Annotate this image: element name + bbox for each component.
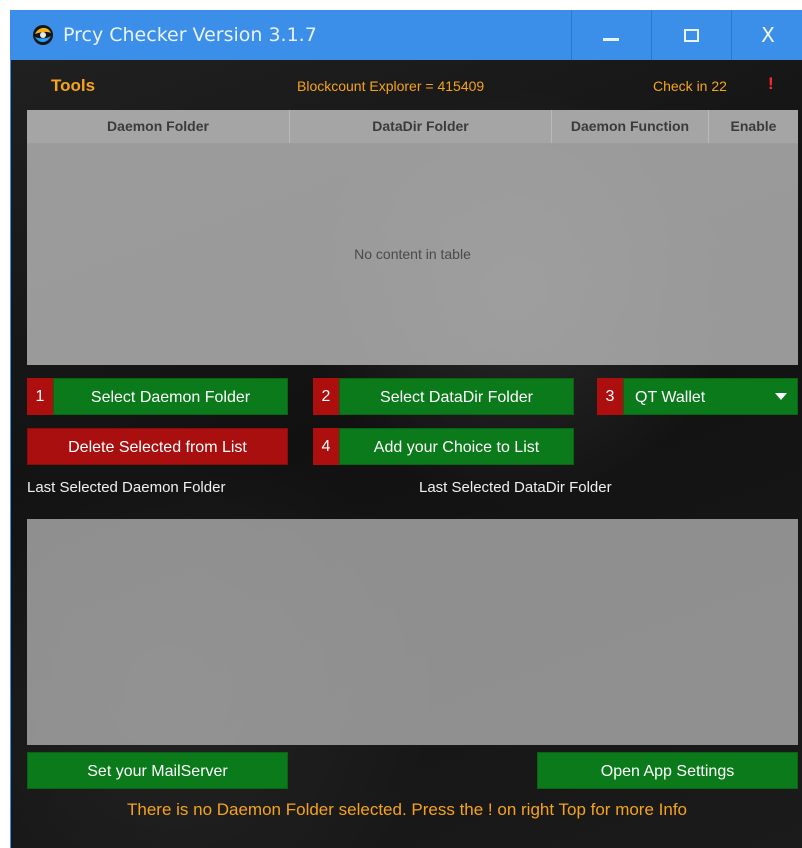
maximize-icon [683, 28, 699, 42]
tools-menu[interactable]: Tools [51, 76, 95, 96]
status-message: There is no Daemon Folder selected. Pres… [126, 800, 688, 819]
check-in-timer: Check in 22 [653, 78, 727, 94]
chevron-down-icon [775, 393, 787, 400]
column-enable[interactable]: Enable [709, 110, 798, 143]
daemon-table[interactable]: Daemon Folder DataDir Folder Daemon Func… [27, 110, 798, 365]
add-choice-button[interactable]: Add your Choice to List [339, 428, 574, 465]
column-daemon-folder[interactable]: Daemon Folder [27, 110, 290, 143]
minimize-icon [603, 37, 619, 41]
maximize-button[interactable] [651, 10, 730, 60]
title-bar[interactable]: Prcy Checker Version 3.1.7 X [11, 10, 802, 60]
last-datadir-label: Last Selected DataDir Folder [419, 479, 612, 496]
app-window: Prcy Checker Version 3.1.7 X Tools Block… [10, 10, 802, 848]
app-logo-icon [33, 25, 53, 45]
delete-selected-button[interactable]: Delete Selected from List [27, 428, 288, 465]
open-app-settings-button[interactable]: Open App Settings [537, 752, 798, 789]
blockcount-explorer-status: Blockcount Explorer = 415409 [297, 78, 485, 94]
daemon-function-selected: QT Wallet [635, 389, 706, 406]
select-daemon-folder-button[interactable]: Select Daemon Folder [53, 378, 288, 415]
last-daemon-label: Last Selected Daemon Folder [27, 479, 226, 496]
column-daemon-function[interactable]: Daemon Function [552, 110, 709, 143]
window-title: Prcy Checker Version 3.1.7 [63, 24, 317, 46]
step-4-badge: 4 [313, 428, 339, 465]
empty-table-message: No content in table [354, 246, 471, 262]
step-1-badge: 1 [27, 378, 53, 415]
step-2-badge: 2 [313, 378, 339, 415]
set-mailserver-button[interactable]: Set your MailServer [27, 752, 288, 789]
table-header: Daemon Folder DataDir Folder Daemon Func… [27, 110, 798, 144]
info-alert-icon[interactable]: ! [768, 74, 774, 94]
column-datadir-folder[interactable]: DataDir Folder [290, 110, 552, 143]
main-content: Tools Blockcount Explorer = 415409 Check… [11, 60, 802, 848]
minimize-button[interactable] [571, 10, 650, 60]
log-output-area[interactable] [27, 519, 798, 745]
daemon-function-select[interactable]: QT Wallet [623, 378, 798, 415]
close-icon: X [761, 23, 775, 47]
step-3-badge: 3 [597, 378, 623, 415]
close-button[interactable]: X [731, 10, 802, 60]
select-datadir-folder-button[interactable]: Select DataDir Folder [339, 378, 574, 415]
